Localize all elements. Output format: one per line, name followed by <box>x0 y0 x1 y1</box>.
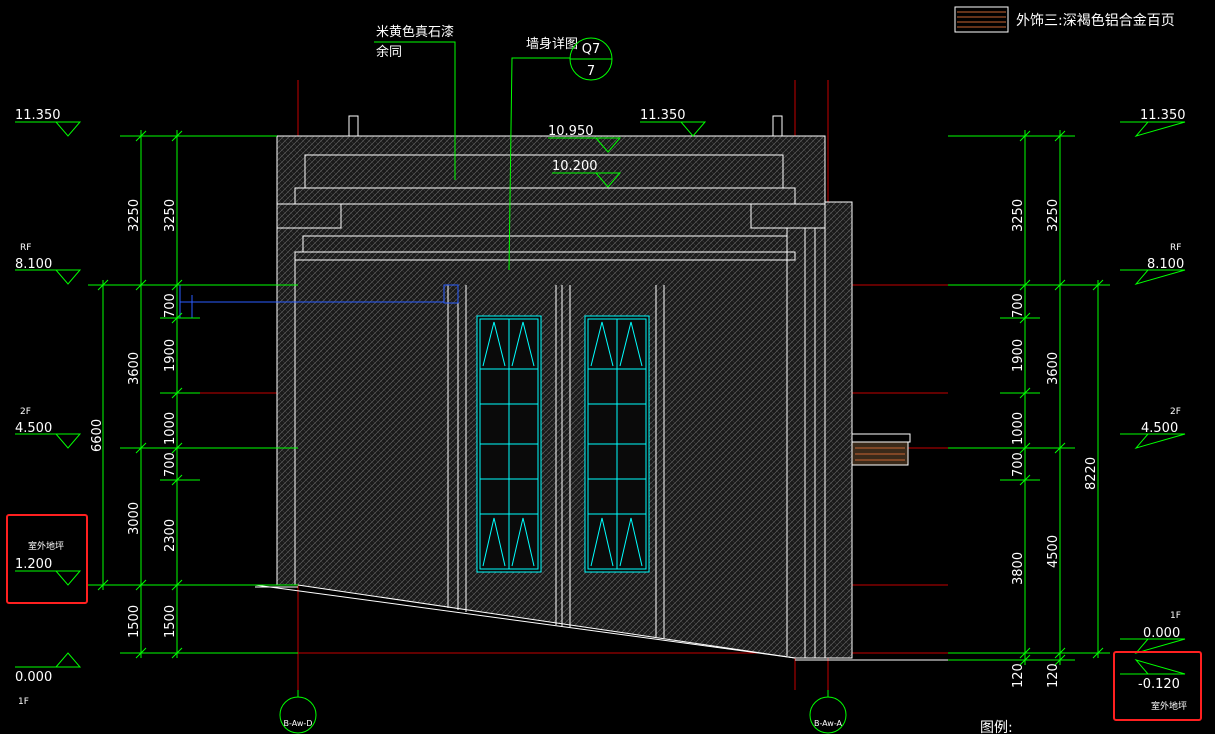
level-parapet-1: 10.950 <box>548 124 594 139</box>
level-outdoor-left: 1.200 <box>15 557 52 572</box>
detail-ref-top: Q7 <box>582 42 601 57</box>
dim-left-outer-1: 3250 <box>127 199 142 232</box>
dim-right-mid-5: 120 <box>1046 663 1061 688</box>
outdoor-label-right: 室外地坪 <box>1151 700 1187 712</box>
level-rf-right: 8.100 <box>1147 257 1184 272</box>
dim-left-outer-4: 1500 <box>127 605 142 638</box>
f1-label-left: 1F <box>18 697 29 707</box>
dim-right-outer-6: 120 <box>1011 663 1026 688</box>
level-zero-left: 0.000 <box>15 670 52 685</box>
level-rf-left: 8.100 <box>15 257 52 272</box>
dim-left-overall: 6600 <box>90 419 105 452</box>
detail-ref-bottom: 7 <box>587 64 595 79</box>
level-top-center: 11.350 <box>640 108 686 123</box>
dim-left-outer-3: 3000 <box>127 502 142 535</box>
dim-right-outer-3: 1000 <box>1011 412 1026 445</box>
level-outdoor-right: -0.120 <box>1138 677 1180 692</box>
dim-right-outer-5: 3800 <box>1011 552 1026 585</box>
material-note: 余同 <box>376 44 402 60</box>
rf-label-right: RF <box>1170 243 1181 253</box>
dim-right-outer-4: 700 <box>1011 452 1026 477</box>
window-left <box>476 315 542 573</box>
dim-left-inner-5: 700 <box>163 452 178 477</box>
dim-left-inner-4: 1000 <box>163 412 178 445</box>
dim-left-outer-2: 3600 <box>127 352 142 385</box>
chimney-left <box>348 115 359 137</box>
f1-label-right: 1F <box>1170 611 1181 621</box>
dim-right-mid-3: 3600 <box>1046 352 1061 385</box>
axis-left-label: B-Aw-D <box>284 719 313 728</box>
legend-title: 图例: <box>980 720 1013 734</box>
left-dimension-chains: 6600 3250 3600 3000 1500 3250 700 1900 1… <box>88 130 298 659</box>
axis-bubble-right: B-Aw-A <box>809 690 847 734</box>
level-top-right: 11.350 <box>1140 108 1186 123</box>
dim-right-outer-1: 3250 <box>1011 199 1026 232</box>
level-2f-right: 4.500 <box>1141 421 1178 436</box>
dim-right-mid-1: 3250 <box>1046 199 1061 232</box>
axis-bubble-left: B-Aw-D <box>279 690 317 734</box>
level-parapet-2: 10.200 <box>552 159 598 174</box>
f2-label-right: 2F <box>1170 407 1181 417</box>
legend-swatch-icon <box>954 6 1009 33</box>
wall-detail-label: 墙身详图 <box>526 36 578 52</box>
legend: 外饰三:深褐色铝合金百页 <box>954 6 1175 33</box>
dim-right-overall: 8220 <box>1084 457 1099 490</box>
window-right <box>584 315 650 573</box>
dim-left-inner-7: 1500 <box>163 605 178 638</box>
outdoor-label-left: 室外地坪 <box>28 540 64 552</box>
material-label: 米黄色真石漆 <box>376 24 454 40</box>
f2-label-left: 2F <box>20 407 31 417</box>
dim-right-mid-4: 4500 <box>1046 535 1061 568</box>
dim-right-outer-2: 1900 <box>1011 339 1026 372</box>
chimney-right <box>772 115 783 137</box>
axis-right-label: B-Aw-A <box>814 719 843 728</box>
level-zero-right: 0.000 <box>1143 626 1180 641</box>
dim-left-inner-2: 700 <box>163 293 178 318</box>
rf-label-left: RF <box>20 243 31 253</box>
dim-left-inner-3: 1900 <box>163 339 178 372</box>
dim-left-inner-1: 3250 <box>163 199 178 232</box>
dim-right-mid-2-top: 700 <box>1011 293 1026 318</box>
dim-left-inner-6: 2300 <box>163 519 178 552</box>
elevation-drawing: 外饰三:深褐色铝合金百页 米黄色真石漆 余同 墙身详图 Q7 7 11.350 … <box>6 6 1202 734</box>
level-top-left: 11.350 <box>15 108 61 123</box>
level-2f-left: 4.500 <box>15 421 52 436</box>
legend-label: 外饰三:深褐色铝合金百页 <box>1016 12 1175 29</box>
right-dimension-chains: 3250 1900 1000 700 3800 120 700 3250 360… <box>948 130 1110 688</box>
